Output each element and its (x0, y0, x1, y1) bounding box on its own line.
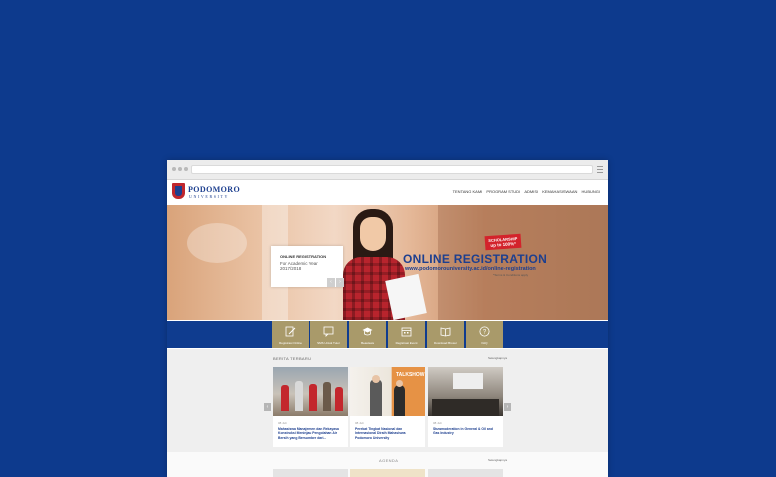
news-card[interactable]: 08 Juli Mahasiswa Manajemen dan Rekayasa… (273, 367, 348, 447)
agenda-heading: AGENDA (379, 458, 399, 463)
logo-name[interactable]: PODOMORO (188, 185, 240, 194)
hero-banner: ONLINE REGISTRATION For Academic Year 20… (167, 205, 608, 320)
agenda-more-link[interactable]: Selengkapnya (488, 458, 507, 462)
agenda-item[interactable] (428, 469, 503, 477)
logo-subtitle: UNIVERSITY (189, 194, 229, 199)
slider-next-button[interactable]: › (336, 278, 344, 287)
quick-link-download-brosur[interactable]: Download Brosur (427, 321, 464, 348)
news-card[interactable]: 08 Juli Stuwmoderation in General & Oil … (428, 367, 503, 447)
quick-link-sms[interactable]: SMS Untuk Tutor (310, 321, 347, 348)
svg-text:?: ? (483, 330, 487, 336)
agenda-item[interactable] (273, 469, 348, 477)
news-next-button[interactable]: › (504, 403, 511, 411)
news-date: 08 Juli (355, 421, 364, 425)
slider-prev-button[interactable]: ‹ (327, 278, 335, 287)
news-image (428, 367, 503, 416)
chat-icon (323, 326, 334, 337)
quick-link-label: Registrasi Event (395, 341, 418, 345)
quick-link-faq[interactable]: ? FAQ (466, 321, 503, 348)
question-icon: ? (479, 326, 490, 337)
graduation-cap-icon (362, 327, 373, 336)
news-date: 08 Juli (433, 421, 442, 425)
student-photo (343, 209, 427, 320)
scholarship-amount: up to 100%* (490, 241, 517, 248)
hero-title: ONLINE REGISTRATION (403, 252, 548, 266)
news-more-link[interactable]: Selengkapnya (488, 356, 507, 360)
registration-card-title: ONLINE REGISTRATION (280, 254, 327, 259)
news-title[interactable]: Mahasiswa Manajemen dan Rekayasa Konstru… (278, 427, 344, 440)
quick-link-registrasi-event[interactable]: Registrasi Event (388, 321, 425, 348)
book-icon (440, 327, 451, 337)
nav-item-tentang-kami[interactable]: TENTANG KAMI (453, 189, 483, 194)
registration-card-year: 2017/2018 (280, 266, 302, 271)
nav-item-kemahasiswaan[interactable]: KEMAHASISWAAN (542, 189, 577, 194)
news-image: TALKSHOW (350, 367, 425, 416)
site-header: PODOMORO UNIVERSITY TENTANG KAMI PROGRAM… (167, 180, 608, 204)
hero-url[interactable]: www.podomorouniversity.ac.id/online-regi… (405, 266, 536, 272)
quick-link-label: SMS Untuk Tutor (317, 341, 340, 345)
quick-link-label: FAQ (481, 341, 488, 345)
nav-item-program-studi[interactable]: PROGRAM STUDI (486, 189, 520, 194)
news-title[interactable]: Stuwmoderation in General & Oil and Gas … (433, 427, 499, 436)
nav-item-hubungi[interactable]: HUBUNGI (582, 189, 600, 194)
news-card[interactable]: TALKSHOW 08 Juli Perekat Tingkat Nasiona… (350, 367, 425, 447)
quick-link-label: Beasiswa (361, 341, 374, 345)
news-date: 08 Juli (278, 421, 287, 425)
agenda-item[interactable] (350, 469, 425, 477)
main-nav: TENTANG KAMI PROGRAM STUDI ADMISI KEMAHA… (450, 189, 600, 194)
scholarship-badge: SCHOLARSHIP up to 100%* (484, 233, 522, 251)
edit-icon (285, 326, 296, 337)
news-image (273, 367, 348, 416)
quick-link-label: Registrasi Online (279, 341, 302, 345)
news-prev-button[interactable]: ‹ (264, 403, 271, 411)
quick-link-registrasi-online[interactable]: Registrasi Online (272, 321, 309, 348)
university-logo-icon[interactable] (172, 183, 185, 199)
calendar-icon (401, 327, 412, 337)
hero-terms-note: *Terms & Conditions apply (493, 273, 529, 277)
hero-background (187, 223, 247, 263)
talkshow-banner-text: TALKSHOW (396, 372, 425, 378)
quick-link-label: Download Brosur (433, 341, 457, 345)
news-heading: BERITA TERBARU (273, 356, 312, 361)
news-title[interactable]: Perekat Tingkat Nasional dan Internasion… (355, 427, 421, 440)
registration-card[interactable]: ONLINE REGISTRATION For Academic Year 20… (271, 246, 344, 287)
quick-link-beasiswa[interactable]: Beasiswa (349, 321, 386, 348)
nav-item-admisi[interactable]: ADMISI (524, 189, 538, 194)
